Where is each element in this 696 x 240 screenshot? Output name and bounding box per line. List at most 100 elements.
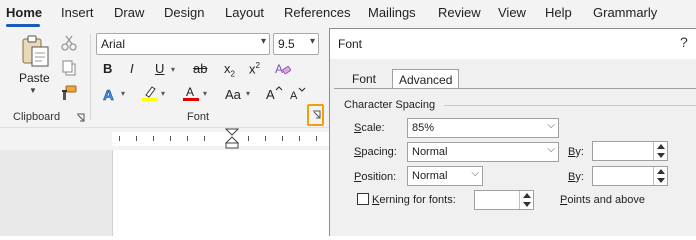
tab-font[interactable]: Font — [346, 69, 382, 89]
position-by-spinner[interactable] — [592, 166, 668, 186]
chevron-down-icon[interactable]: ⌵ — [471, 168, 479, 179]
scale-value: 85% — [412, 122, 435, 134]
bold-button[interactable]: B — [103, 61, 112, 76]
tab-mailings[interactable]: Mailings — [368, 5, 416, 20]
spinner-up-icon[interactable] — [523, 193, 531, 198]
tab-view[interactable]: View — [498, 5, 526, 20]
tab-draw[interactable]: Draw — [114, 5, 144, 20]
text-effects-icon[interactable]: A — [101, 85, 119, 103]
scale-label-text: cale: — [361, 122, 385, 134]
superscript-button[interactable]: x2 — [249, 61, 260, 76]
ruler-tick — [316, 136, 317, 141]
section-divider — [444, 105, 696, 106]
spinner-arrows[interactable] — [519, 191, 533, 209]
spinner-down-icon[interactable] — [523, 202, 531, 207]
points-and-above-text: oints and above — [567, 194, 646, 206]
font-color-dropdown-icon[interactable]: ▾ — [203, 89, 207, 98]
underline-button[interactable]: U — [155, 61, 164, 76]
text-effects-dropdown-icon[interactable]: ▾ — [121, 89, 125, 98]
help-button[interactable]: ? — [680, 34, 688, 50]
position-label-text: osition: — [361, 171, 397, 183]
font-dialog-launcher-icon[interactable] — [311, 109, 323, 121]
position-dropdown[interactable]: Normal ⌵ — [407, 166, 483, 186]
document-page[interactable] — [112, 150, 330, 236]
active-tab-indicator — [6, 24, 40, 27]
position-by-label: By: — [568, 171, 584, 183]
grow-font-icon[interactable]: A — [265, 84, 283, 102]
points-and-above-label: Points and above — [560, 194, 645, 206]
font-name-box[interactable]: Arial ▾ — [96, 33, 270, 55]
tab-review[interactable]: Review — [438, 5, 481, 20]
svg-text:A: A — [103, 87, 114, 103]
tab-home[interactable]: Home — [6, 5, 42, 20]
dialog-titlebar: Font ? — [330, 29, 696, 59]
shrink-font-icon[interactable]: A — [289, 85, 307, 103]
indent-marker-icon[interactable] — [225, 128, 239, 150]
scale-dropdown[interactable]: 85% ⌵ — [407, 118, 559, 138]
ruler — [112, 132, 330, 146]
ruler-tick — [119, 136, 120, 141]
clipboard-launcher-icon[interactable] — [75, 112, 87, 124]
spacing-dropdown[interactable]: Normal ⌵ — [407, 142, 559, 162]
spacing-label: Spacing: — [354, 146, 397, 158]
tab-layout[interactable]: Layout — [225, 5, 264, 20]
chevron-down-icon[interactable]: ⌵ — [547, 144, 555, 155]
paste-dropdown-icon[interactable]: ▼ — [29, 86, 37, 95]
italic-button[interactable]: I — [130, 61, 134, 76]
ruler-tick — [282, 136, 283, 141]
ruler-tick — [204, 136, 205, 141]
clipboard-group-label: Clipboard — [13, 111, 61, 123]
tab-grammarly[interactable]: Grammarly — [593, 5, 657, 20]
chevron-down-icon[interactable]: ▾ — [310, 36, 315, 47]
format-painter-icon[interactable] — [60, 84, 78, 102]
spinner-arrows[interactable] — [653, 142, 667, 160]
spacing-label-text: pacing: — [361, 146, 397, 158]
kerning-checkbox[interactable] — [357, 193, 369, 205]
cut-icon[interactable] — [60, 34, 78, 52]
strikethrough-button[interactable]: ab — [193, 61, 207, 76]
paste-icon — [22, 35, 49, 67]
chevron-down-icon[interactable]: ⌵ — [547, 120, 555, 131]
copy-icon[interactable] — [60, 59, 78, 77]
position-value: Normal — [412, 170, 448, 182]
tab-advanced[interactable]: Advanced — [392, 69, 460, 89]
subscript-mark: 2 — [230, 69, 235, 79]
ruler-tick — [187, 136, 188, 141]
svg-text:A: A — [275, 62, 283, 76]
spinner-up-icon[interactable] — [657, 144, 665, 149]
highlight-icon[interactable] — [141, 84, 159, 102]
ruler-tick — [153, 136, 154, 141]
tab-design[interactable]: Design — [164, 5, 204, 20]
kerning-points-spinner[interactable] — [474, 190, 534, 210]
spinner-down-icon[interactable] — [657, 153, 665, 158]
ruler-tick — [136, 136, 137, 141]
tab-references[interactable]: References — [284, 5, 350, 20]
underline-dropdown-icon[interactable]: ▾ — [171, 65, 175, 74]
spacing-by-spinner[interactable] — [592, 141, 668, 161]
chevron-down-icon[interactable]: ▾ — [261, 36, 266, 47]
superscript-mark: 2 — [255, 61, 260, 70]
font-name-value: Arial — [101, 37, 126, 51]
change-case-dropdown-icon[interactable]: ▾ — [246, 89, 250, 98]
svg-text:A: A — [290, 90, 298, 102]
position-label: Position: — [354, 171, 396, 183]
font-size-value: 9.5 — [278, 37, 295, 51]
highlight-dropdown-icon[interactable]: ▾ — [161, 89, 165, 98]
font-size-box[interactable]: 9.5 ▾ — [273, 33, 319, 55]
svg-text:A: A — [186, 85, 194, 99]
dialog-title: Font — [338, 37, 363, 51]
subscript-button[interactable]: x2 — [224, 61, 235, 79]
clear-formatting-icon[interactable]: A — [274, 60, 292, 78]
word-window: Home Insert Draw Design Layout Reference… — [0, 0, 696, 236]
spinner-up-icon[interactable] — [657, 169, 665, 174]
ribbon-tabs: Home Insert Draw Design Layout Reference… — [0, 0, 696, 28]
change-case-button[interactable]: Aa — [225, 87, 241, 102]
spinner-down-icon[interactable] — [657, 178, 665, 183]
font-color-icon[interactable]: A — [182, 84, 200, 102]
scale-label: Scale: — [354, 122, 385, 134]
kerning-label[interactable]: Kerning for fonts: — [372, 194, 456, 206]
font-dialog: Font ? Font Advanced Character Spacing S… — [329, 28, 696, 236]
tab-insert[interactable]: Insert — [61, 5, 94, 20]
tab-help[interactable]: Help — [545, 5, 572, 20]
spinner-arrows[interactable] — [653, 167, 667, 185]
